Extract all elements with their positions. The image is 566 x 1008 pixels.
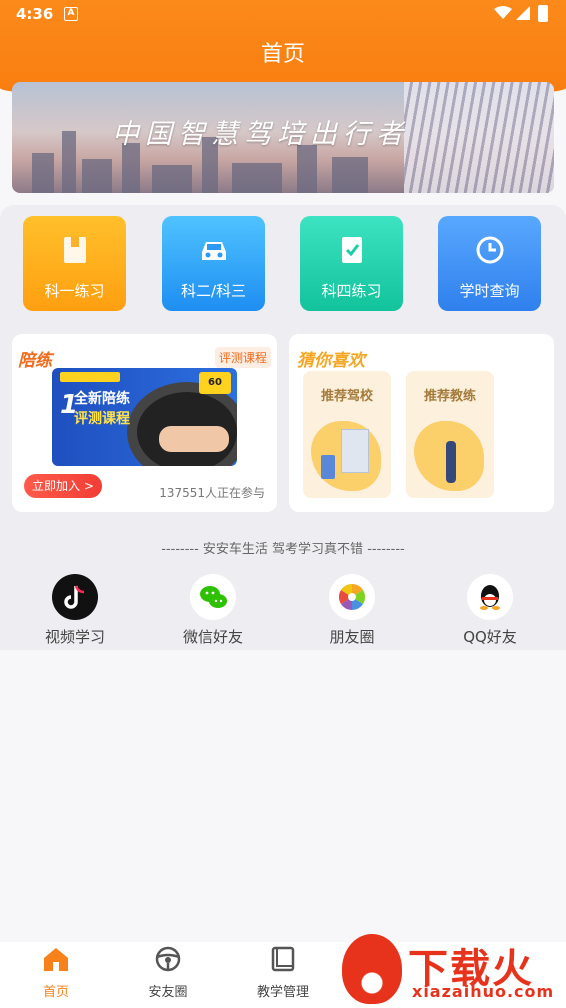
nav-home[interactable]: 首页 <box>21 945 91 1000</box>
tile-label: 科二/科三 <box>180 282 247 300</box>
coach-icon <box>446 441 456 483</box>
recommend-coach[interactable]: 推荐教练 <box>406 371 494 498</box>
nav-community[interactable]: 安友圈 <box>133 945 203 1000</box>
battery-icon <box>538 5 548 22</box>
recommend-school[interactable]: 推荐驾校 <box>303 371 391 498</box>
nav-label: 首页 <box>42 985 69 1000</box>
course-tag[interactable]: 评测课程 <box>214 347 271 368</box>
wifi-icon <box>494 6 512 19</box>
moments-icon <box>329 574 375 620</box>
participant-count: 137551人正在参与 <box>159 486 265 500</box>
share-qq[interactable]: QQ好友 <box>440 574 540 647</box>
steering-wheel-icon <box>155 946 181 972</box>
promo-price: 60 <box>199 372 231 394</box>
share-label: 微信好友 <box>182 628 243 646</box>
recommend-coach-label: 推荐教练 <box>423 389 476 404</box>
join-button[interactable]: 立即加入 > <box>24 474 102 498</box>
wechat-icon <box>190 574 236 620</box>
practice-promo-image[interactable]: 1 全新陪练 评测课程 60 <box>52 368 237 466</box>
share-moments[interactable]: 朋友圈 <box>302 574 402 647</box>
tile-label: 科四练习 <box>321 282 382 300</box>
tile-label: 科一练习 <box>44 282 105 300</box>
steering-wheel-graphic <box>127 382 237 466</box>
home-icon <box>44 948 68 971</box>
tiktok-icon <box>52 574 98 620</box>
status-bar: 4:36 A <box>0 0 566 28</box>
recommend-card: 猜你喜欢 推荐驾校 推荐教练 <box>289 334 554 512</box>
recommend-title: 猜你喜欢 <box>297 351 365 371</box>
watermark-url: xiazaihuo.com <box>412 982 555 1001</box>
clock-icon <box>476 236 504 264</box>
share-label: 朋友圈 <box>329 628 375 646</box>
signal-icon <box>516 6 530 20</box>
status-time: 4:36 <box>16 5 54 23</box>
watermark: 下载火 xiazaihuo.com <box>334 930 566 1008</box>
recommend-school-label: 推荐驾校 <box>320 389 373 404</box>
notification-icon: A <box>64 7 78 21</box>
tile-subject-four[interactable]: 科四练习 <box>300 216 403 311</box>
phone-icon <box>321 455 335 479</box>
home-screen: 4:36 A 首页 中国智慧驾培出行者 科一练习 科二/科三 科四练习 学时查询 <box>0 0 566 1008</box>
car-icon <box>202 242 226 260</box>
tile-study-hours[interactable]: 学时查询 <box>438 216 541 311</box>
qq-icon <box>467 574 513 620</box>
share-video-study[interactable]: 视频学习 <box>25 574 125 647</box>
watermark-flame-icon <box>342 934 402 1004</box>
building-icon <box>341 429 369 473</box>
banner-tower <box>404 82 554 193</box>
banner-slogan: 中国智慧驾培出行者 <box>112 119 409 150</box>
banner[interactable]: 中国智慧驾培出行者 <box>12 82 554 193</box>
tile-subject-two-three[interactable]: 科二/科三 <box>162 216 265 311</box>
book-icon <box>64 237 86 263</box>
nav-label: 安友圈 <box>148 985 188 1000</box>
tile-label: 学时查询 <box>459 282 520 300</box>
promo-logo <box>60 372 120 382</box>
promo-subline: 评测课程 <box>74 411 130 427</box>
tile-subject-one[interactable]: 科一练习 <box>23 216 126 311</box>
nav-teaching[interactable]: 教学管理 <box>248 945 318 1000</box>
practice-card[interactable]: 陪练 评测课程 1 全新陪练 评测课程 60 立即加入 > 137551人正在参… <box>12 334 277 512</box>
share-label: 视频学习 <box>44 628 105 646</box>
promo-headline: 全新陪练 <box>74 391 130 407</box>
share-wechat[interactable]: 微信好友 <box>163 574 263 647</box>
book-icon <box>271 946 295 972</box>
share-slogan: -------- 安安车生活 驾考学习真不错 -------- <box>161 542 405 557</box>
share-label: QQ好友 <box>463 628 517 646</box>
hands-graphic <box>159 426 229 452</box>
checklist-icon <box>342 237 362 263</box>
practice-title: 陪练 <box>18 351 52 371</box>
page-title: 首页 <box>260 42 305 67</box>
nav-label: 教学管理 <box>256 985 309 1000</box>
